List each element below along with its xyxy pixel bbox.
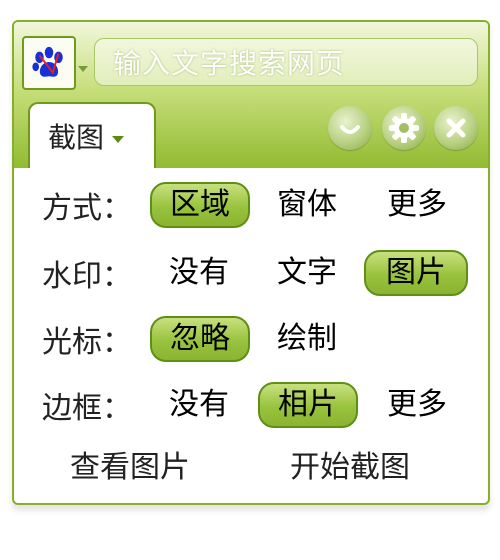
smile-icon [340, 125, 360, 134]
gear-icon [389, 113, 419, 143]
watermark-row: 水印： [42, 248, 132, 298]
settings-button[interactable] [382, 106, 426, 150]
border-label: 边框： [42, 391, 132, 426]
mode-row: 方式： [42, 180, 132, 230]
toolbar-panel: 输入文字搜索网页 截图 方式： 区域 窗体 更多 水印： 没有 文字 图片 光标… [12, 20, 490, 505]
cursor-row: 光标： [42, 314, 132, 364]
border-row: 边框： [42, 380, 132, 430]
tab-label: 截图 [48, 121, 105, 154]
search-input[interactable]: 输入文字搜索网页 [94, 38, 478, 86]
watermark-label: 水印： [42, 259, 132, 294]
option-cursor-draw[interactable]: 绘制 [264, 316, 350, 362]
option-border-more[interactable]: 更多 [374, 382, 460, 428]
logo-dropdown-arrow-icon[interactable] [78, 66, 88, 72]
tab-screenshot[interactable]: 截图 [28, 102, 156, 168]
option-border-none[interactable]: 没有 [154, 382, 244, 428]
logo-button[interactable] [22, 36, 76, 90]
option-window[interactable]: 窗体 [264, 182, 350, 228]
close-icon [446, 118, 466, 138]
mode-label: 方式： [42, 191, 132, 226]
close-button[interactable] [434, 106, 478, 150]
view-image-link[interactable]: 查看图片 [70, 442, 190, 486]
option-cursor-ignore[interactable]: 忽略 [150, 316, 250, 362]
paw-icon [32, 46, 63, 77]
panel-header: 输入文字搜索网页 截图 [14, 22, 488, 168]
chevron-down-icon [112, 135, 125, 143]
option-region[interactable]: 区域 [150, 182, 250, 228]
search-placeholder: 输入文字搜索网页 [113, 47, 346, 80]
start-capture-link[interactable]: 开始截图 [290, 442, 410, 486]
option-watermark-none[interactable]: 没有 [154, 250, 244, 296]
screenshot-options: 方式： 区域 窗体 更多 水印： 没有 文字 图片 光标： 忽略 绘制 边框： … [14, 168, 488, 503]
cursor-label: 光标： [42, 325, 132, 360]
option-watermark-image[interactable]: 图片 [364, 250, 468, 296]
option-more-mode[interactable]: 更多 [374, 182, 460, 228]
option-border-photo[interactable]: 相片 [258, 382, 358, 428]
option-watermark-text[interactable]: 文字 [264, 250, 350, 296]
smile-button[interactable] [328, 106, 372, 150]
